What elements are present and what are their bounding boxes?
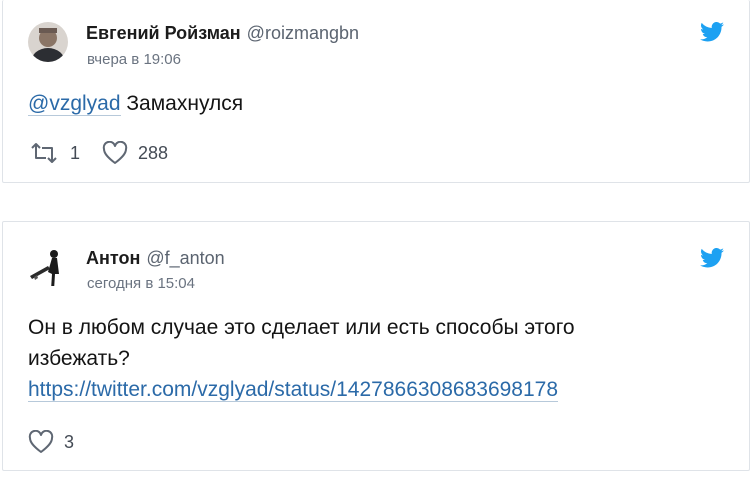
tweet-card: Антон @f_anton сегодня в 15:04 Он в любом…	[2, 221, 750, 471]
like-count: 288	[138, 142, 169, 163]
tweet-card: Евгений Ройзман @roizmangbn вчера в 19:06…	[2, 0, 750, 183]
author-name[interactable]: Евгений Ройзман @roizmangbn	[86, 23, 359, 44]
timestamp[interactable]: вчера в 19:06	[87, 51, 181, 68]
tweet-text: Он в любом случае это сделает или есть с…	[28, 312, 668, 405]
twitter-bird-icon[interactable]	[700, 21, 724, 42]
status-link[interactable]: https://twitter.com/vzglyad/status/14278…	[28, 378, 559, 402]
heart-icon	[102, 141, 128, 164]
avatar[interactable]	[28, 246, 68, 286]
twitter-bird-icon[interactable]	[700, 247, 724, 268]
author-display-name[interactable]: Евгений Ройзман	[86, 23, 241, 43]
like-button[interactable]: 288	[102, 141, 168, 165]
author-name[interactable]: Антон @f_anton	[86, 248, 225, 269]
retweet-icon	[31, 143, 57, 163]
tweet-body: Он в любом случае это сделает или есть с…	[28, 316, 575, 370]
author-handle[interactable]: @roizmangbn	[247, 23, 359, 43]
tweet-actions: 1 288	[28, 141, 190, 165]
like-button[interactable]: 3	[28, 430, 74, 454]
tweet-text: @vzglyad Замахнулся	[28, 88, 243, 119]
tweet-body: Замахнулся	[120, 92, 244, 115]
author-display-name[interactable]: Антон	[86, 248, 140, 268]
mention-link[interactable]: @vzglyad	[28, 92, 121, 116]
timestamp[interactable]: сегодня в 15:04	[87, 275, 195, 292]
heart-icon	[28, 430, 54, 453]
retweet-button[interactable]: 1	[28, 142, 80, 164]
tweet-actions: 3	[28, 430, 96, 454]
avatar[interactable]	[28, 22, 68, 62]
retweet-count: 1	[70, 142, 81, 163]
like-count: 3	[64, 431, 75, 452]
author-handle[interactable]: @f_anton	[146, 248, 224, 268]
